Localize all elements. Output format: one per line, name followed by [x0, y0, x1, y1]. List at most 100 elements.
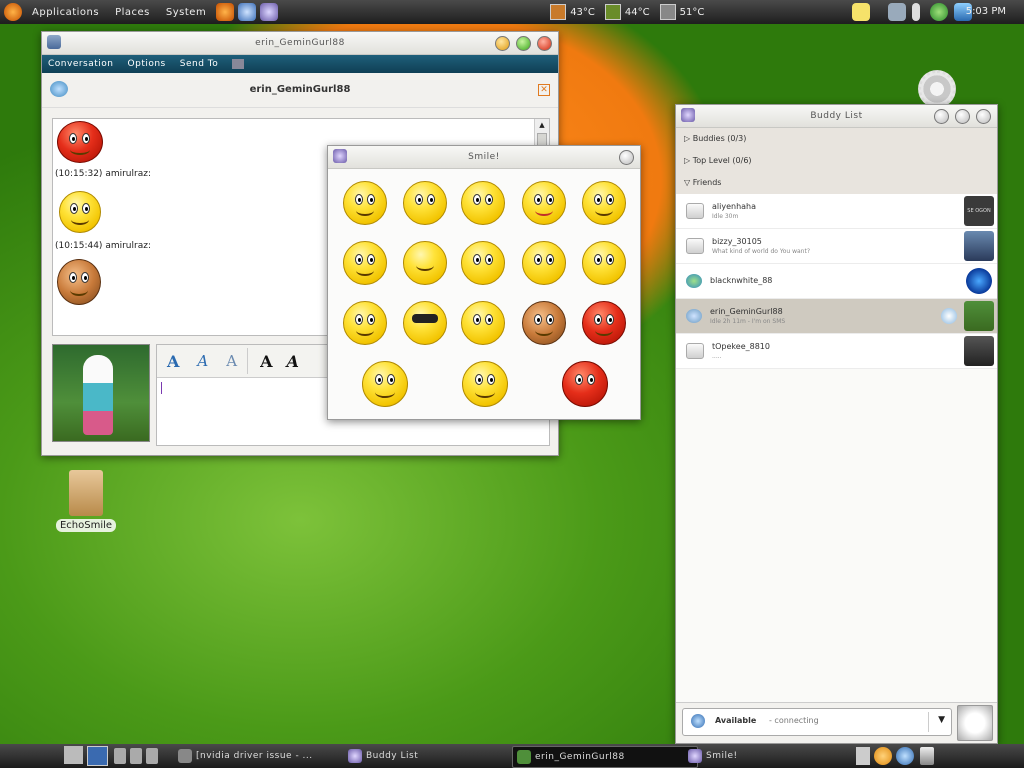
annoyed-emoticon[interactable]	[403, 181, 447, 225]
gpu-temp-sensor: 44°C	[604, 4, 650, 20]
buddy-row[interactable]: aliyenhaha Idle 30m SE OGON	[676, 194, 997, 229]
battery-icon	[912, 3, 920, 21]
buddy-row[interactable]: bizzy_30105 What kind of world do You wan…	[676, 229, 997, 264]
show-desktop-icon[interactable]	[64, 746, 83, 764]
buddy-row-selected[interactable]: erin_GeminGurl88 Idle 2h 11m - I'm on SMS	[676, 299, 997, 334]
own-avatar[interactable]	[957, 705, 993, 741]
close-button[interactable]	[976, 109, 991, 124]
top-panel: Applications Places System 43°C 44°C 51°…	[0, 0, 1024, 24]
clock[interactable]: 5:03 PM	[966, 6, 1006, 17]
sleepy-emoticon[interactable]	[403, 241, 447, 285]
thinking-emoticon[interactable]	[582, 241, 626, 285]
menu-bar: Conversation Options Send To	[42, 55, 558, 73]
folder-icon	[69, 470, 103, 516]
status-label: Available	[715, 716, 757, 725]
sunglasses-icon	[412, 314, 438, 323]
surprised-emoticon[interactable]	[461, 241, 505, 285]
smile-emoticon[interactable]	[343, 181, 387, 225]
update-notifier-icon[interactable]	[930, 3, 948, 21]
desktop-icon-echosmile[interactable]: EchoSmile	[56, 470, 116, 532]
expander-right-icon[interactable]: ▷	[684, 156, 690, 165]
phone-icon[interactable]	[888, 3, 906, 21]
sunglasses-emoticon[interactable]	[403, 301, 447, 345]
conversation-buddy-name: erin_GeminGurl88	[249, 84, 351, 95]
group-friends[interactable]: ▽ Friends	[676, 172, 997, 194]
gnome-foot-icon[interactable]	[4, 3, 22, 21]
smiley-grid	[328, 169, 640, 419]
group-buddies[interactable]: ▷ Buddies (0/3)	[676, 128, 997, 150]
buddy-list-title: Buddy List	[810, 111, 863, 121]
maximize-button[interactable]	[516, 36, 531, 51]
toolbar-divider	[247, 348, 249, 374]
scroll-up-arrow-icon[interactable]: ▲	[535, 119, 549, 131]
tongue-emoticon[interactable]	[522, 181, 566, 225]
expander-right-icon[interactable]: ▷	[684, 134, 690, 143]
devil-emoticon[interactable]	[582, 301, 626, 345]
places-menu[interactable]: Places	[109, 7, 156, 18]
minimize-button[interactable]	[934, 109, 949, 124]
task-smile[interactable]: Smile!	[684, 746, 866, 766]
monitor-icon[interactable]	[114, 748, 126, 764]
chevron-down-icon[interactable]: ▼	[938, 715, 945, 725]
tray-globe-icon[interactable]	[896, 747, 914, 765]
background-color-button[interactable]: A	[287, 352, 299, 371]
tray-phone-icon[interactable]	[856, 747, 870, 765]
mad-devil-emoticon[interactable]	[562, 361, 608, 407]
angry-emoticon[interactable]	[343, 301, 387, 345]
smirk-emoticon[interactable]	[343, 241, 387, 285]
blush-emoticon[interactable]	[461, 301, 505, 345]
text-caret	[161, 382, 162, 394]
buddy-avatar-icon	[47, 35, 61, 49]
msn-status-icon	[686, 309, 702, 323]
task-conversation[interactable]: erin_GeminGurl88	[512, 746, 698, 768]
close-button[interactable]	[619, 150, 634, 165]
monkey-emoticon[interactable]	[522, 301, 566, 345]
laugh-emoticon[interactable]	[362, 361, 408, 407]
font-size-grow-button[interactable]: A	[167, 352, 179, 371]
trash-icon[interactable]	[920, 747, 934, 765]
font-normal-button[interactable]: A	[197, 352, 208, 370]
pidgin-launcher-icon[interactable]	[260, 3, 279, 21]
status-bar: Available - connecting ▼	[676, 702, 997, 743]
pidgin-icon	[348, 749, 362, 763]
monitor-icon[interactable]	[130, 748, 142, 764]
conversation-titlebar[interactable]: erin_GeminGurl88	[42, 32, 558, 55]
sticky-notes-icon[interactable]	[852, 3, 870, 21]
mobile-status-icon	[941, 308, 957, 324]
grin-emoticon[interactable]	[582, 181, 626, 225]
firefox-launcher-icon[interactable]	[216, 3, 235, 21]
sad-emoticon[interactable]	[461, 181, 505, 225]
menu-conversation[interactable]: Conversation	[48, 59, 114, 69]
close-tab-icon[interactable]: ✕	[538, 84, 550, 96]
task-buddy-list[interactable]: Buddy List	[344, 746, 526, 766]
expander-down-icon[interactable]: ▽	[684, 178, 690, 187]
sound-icon[interactable]	[232, 59, 245, 69]
menu-options[interactable]: Options	[128, 59, 166, 69]
monitor-icon[interactable]	[146, 748, 158, 764]
group-top-level[interactable]: ▷ Top Level (0/6)	[676, 150, 997, 172]
browser-launcher-icon[interactable]	[238, 3, 257, 21]
buddy-photo[interactable]	[52, 344, 150, 442]
buddy-row[interactable]: blacknwhite_88	[676, 264, 997, 299]
conversation-header: erin_GeminGurl88 ✕	[42, 73, 558, 108]
task-nvidia-driver[interactable]: [nvidia driver issue - ...	[174, 746, 356, 766]
buddy-list-titlebar[interactable]: Buddy List	[676, 105, 997, 128]
workspace-switcher[interactable]	[64, 746, 108, 766]
workspace-1[interactable]	[87, 746, 108, 766]
foreground-color-button[interactable]: A	[260, 352, 272, 371]
tray-music-icon[interactable]	[874, 747, 892, 765]
font-size-shrink-button[interactable]: A	[226, 352, 237, 370]
worried-emoticon[interactable]	[522, 241, 566, 285]
gear-icon[interactable]	[918, 70, 956, 108]
menu-send-to[interactable]: Send To	[180, 59, 219, 69]
status-selector[interactable]: Available - connecting ▼	[682, 708, 952, 736]
system-menu[interactable]: System	[160, 7, 212, 18]
close-button[interactable]	[537, 36, 552, 51]
buddy-row[interactable]: tOpekee_8810.....	[676, 334, 997, 369]
maximize-button[interactable]	[955, 109, 970, 124]
smiley-titlebar[interactable]: Smile!	[328, 146, 640, 169]
minimize-button[interactable]	[495, 36, 510, 51]
applications-menu[interactable]: Applications	[26, 7, 105, 18]
desktop-icon-label: EchoSmile	[56, 519, 116, 532]
angel-emoticon[interactable]	[462, 361, 508, 407]
